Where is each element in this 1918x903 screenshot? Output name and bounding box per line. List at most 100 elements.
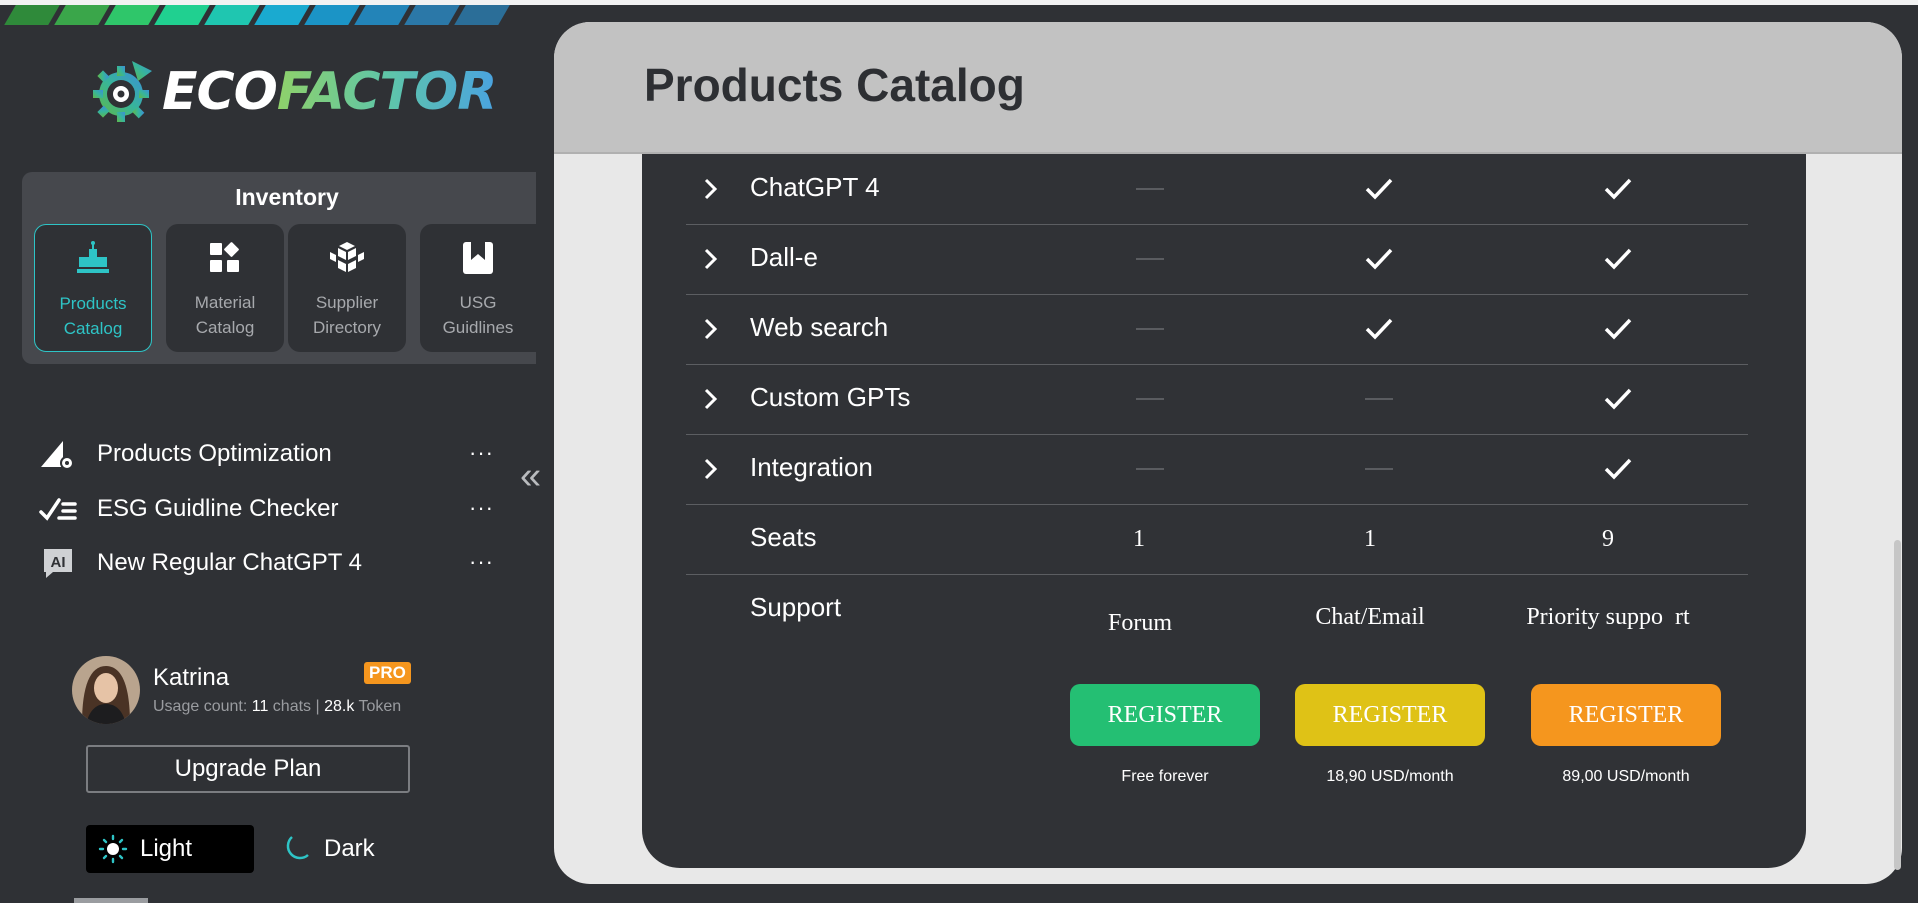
supplier-directory-icon xyxy=(330,242,364,272)
sun-icon xyxy=(98,834,128,864)
chats-count: 11 xyxy=(251,698,269,715)
chats-label: chats | xyxy=(268,698,325,715)
inventory-item-line1: Material xyxy=(194,293,256,312)
chevron-right-icon[interactable] xyxy=(704,248,718,270)
support-row: Support Forum Chat/Email Priority suppo … xyxy=(686,574,1748,674)
register-mid-button[interactable]: REGISTER xyxy=(1295,684,1485,746)
page-header: Products Catalog xyxy=(554,22,1902,152)
page-title: Products Catalog xyxy=(644,59,1025,111)
gear-logo-icon xyxy=(93,61,152,122)
menu-item-esg-guideline-checker[interactable]: ESG Guidline Checker ··· xyxy=(38,489,494,529)
check-icon xyxy=(1365,318,1393,340)
inventory-item-supplier-directory[interactable]: Supplier Directory xyxy=(288,224,406,352)
menu-item-label: ESG Guidline Checker xyxy=(97,495,339,522)
not-included-icon xyxy=(1136,468,1164,470)
plan-mid-cell xyxy=(1319,224,1439,294)
check-icon xyxy=(1604,248,1632,270)
feature-label: ChatGPT 4 xyxy=(750,172,880,202)
plan-free-price: Free forever xyxy=(1121,768,1209,785)
not-included-icon xyxy=(1136,328,1164,330)
collapse-sidebar-icon[interactable]: « xyxy=(520,455,541,498)
brand-eco: ECO xyxy=(162,62,278,122)
tokens-label: Token xyxy=(354,698,402,715)
plan-top-cell xyxy=(1558,294,1678,364)
checklist-icon xyxy=(39,498,77,521)
register-free-button[interactable]: REGISTER xyxy=(1070,684,1260,746)
feature-label: Web search xyxy=(750,312,889,342)
feature-row[interactable]: Dall-e xyxy=(686,224,1748,295)
pricing-table: ChatGPT 4 Dall-e Web search Custom GPTs xyxy=(642,154,1806,868)
inventory-item-line2: Directory xyxy=(312,318,381,337)
plan-top-price: 89,00 USD/month xyxy=(1562,768,1690,785)
material-catalog-icon xyxy=(210,242,239,272)
not-included-icon xyxy=(1136,258,1164,260)
plan-mid-seats: 1 xyxy=(1364,525,1376,552)
pro-badge: PRO xyxy=(364,662,411,684)
user-name: Katrina xyxy=(153,664,230,691)
plan-mid-cell xyxy=(1319,364,1439,434)
check-icon xyxy=(1365,178,1393,200)
check-icon xyxy=(1604,178,1632,200)
check-icon xyxy=(1604,458,1632,480)
plan-top-support: Priority suppo rt xyxy=(1526,603,1690,630)
plan-free-support: Forum xyxy=(1107,609,1172,636)
main-panel: Products Catalog ChatGPT 4 Dall-e Web se… xyxy=(554,22,1902,884)
usage-prefix: Usage count: xyxy=(153,698,252,715)
check-icon xyxy=(1604,388,1632,410)
inventory-item-material-catalog[interactable]: Material Catalog xyxy=(166,224,284,352)
feature-row[interactable]: Web search xyxy=(686,294,1748,365)
menu-item-products-optimization[interactable]: Products Optimization ··· xyxy=(38,434,494,474)
svg-text:AI: AI xyxy=(51,554,66,571)
theme-dark-button[interactable]: Dark xyxy=(280,825,375,873)
plan-top-cell xyxy=(1558,364,1678,434)
scrollbar[interactable] xyxy=(1894,540,1901,870)
ai-chat-icon: AI xyxy=(44,549,72,578)
theme-light-label: Light xyxy=(140,835,193,862)
plan-mid-cell xyxy=(1319,434,1439,504)
products-catalog-icon xyxy=(77,241,109,273)
not-included-icon xyxy=(1136,188,1164,190)
plan-top-seats: 9 xyxy=(1602,525,1614,552)
menu-item-label: Products Optimization xyxy=(97,440,332,467)
chevron-right-icon[interactable] xyxy=(704,178,718,200)
inventory-item-line1: Supplier xyxy=(315,293,379,312)
register-top-button[interactable]: REGISTER xyxy=(1531,684,1721,746)
inventory-item-line1: USG xyxy=(459,293,497,312)
chevron-right-icon[interactable] xyxy=(704,318,718,340)
not-included-icon xyxy=(1365,398,1393,400)
theme-light-button[interactable]: Light xyxy=(86,825,254,873)
ecofactor-logo[interactable]: ECOFACTOR xyxy=(86,56,497,128)
usg-guidelines-icon xyxy=(463,242,493,274)
not-included-icon xyxy=(1136,398,1164,400)
inventory-item-usg-guidelines[interactable]: USG Guidlines xyxy=(420,224,536,352)
more-options-icon[interactable]: ··· xyxy=(469,440,494,466)
chevron-right-icon[interactable] xyxy=(704,388,718,410)
plan-top-cell xyxy=(1558,224,1678,294)
not-included-icon xyxy=(1365,468,1393,470)
plan-top-cell xyxy=(1558,434,1678,504)
inventory-item-line2: Catalog xyxy=(63,319,123,338)
usage-count: Usage count: 11 chats | 28.k Token xyxy=(153,698,401,716)
plan-free-cell xyxy=(1090,294,1210,364)
more-options-icon[interactable]: ··· xyxy=(469,549,494,575)
seats-label: Seats xyxy=(750,522,817,552)
plan-mid-cell xyxy=(1319,294,1439,364)
plan-free-seats: 1 xyxy=(1133,525,1145,552)
inventory-item-line2: Catalog xyxy=(195,318,255,337)
more-options-icon[interactable]: ··· xyxy=(469,495,494,521)
feature-row[interactable]: Integration xyxy=(686,434,1748,505)
check-icon xyxy=(1604,318,1632,340)
plan-free-cell xyxy=(1090,364,1210,434)
chevron-right-icon[interactable] xyxy=(704,458,718,480)
theme-dark-label: Dark xyxy=(324,835,375,862)
inventory-item-line2: Guidlines xyxy=(442,318,514,337)
inventory-item-products-catalog[interactable]: Products Catalog xyxy=(34,224,152,352)
seats-row: Seats 1 1 9 xyxy=(686,504,1748,575)
plan-mid-support: Chat/Email xyxy=(1315,603,1425,630)
upgrade-plan-button[interactable]: Upgrade Plan xyxy=(86,745,410,793)
feature-row[interactable]: Custom GPTs xyxy=(686,364,1748,435)
optimization-icon xyxy=(41,441,74,470)
menu-item-new-regular-chatgpt[interactable]: AI New Regular ChatGPT 4 ··· xyxy=(38,543,494,583)
feature-row[interactable]: ChatGPT 4 xyxy=(686,154,1748,225)
feature-label: Custom GPTs xyxy=(750,382,911,412)
